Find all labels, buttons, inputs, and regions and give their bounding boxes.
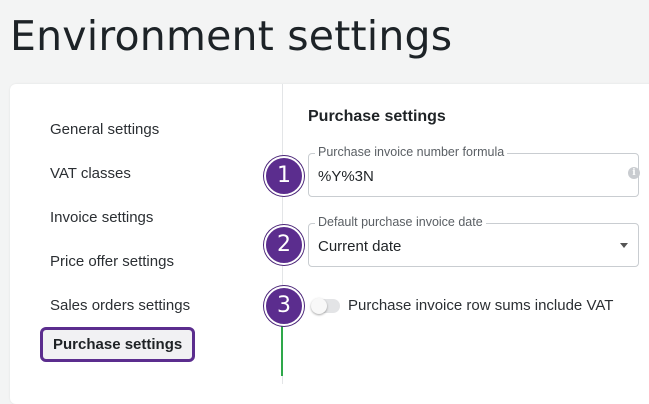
settings-card: General settings VAT classes Invoice set… (10, 84, 649, 404)
default-invoice-date-value: Current date (318, 238, 402, 255)
sidebar-item-vat-classes[interactable]: VAT classes (50, 165, 131, 182)
settings-sidebar: General settings VAT classes Invoice set… (10, 84, 282, 384)
sidebar-item-invoice-settings[interactable]: Invoice settings (50, 209, 153, 226)
sidebar-item-general-settings[interactable]: General settings (50, 121, 159, 138)
default-invoice-date-label: Default purchase invoice date (315, 215, 486, 229)
info-icon[interactable]: i (628, 167, 640, 179)
toggle-knob[interactable] (311, 298, 327, 314)
default-invoice-date-select[interactable]: Default purchase invoice date Current da… (308, 215, 639, 267)
invoice-number-formula-input[interactable] (318, 168, 598, 185)
active-section-indicator (281, 326, 283, 376)
step-badge-1: 1 (264, 156, 304, 196)
sidebar-item-sales-orders-settings[interactable]: Sales orders settings (50, 297, 190, 314)
chevron-down-icon[interactable] (620, 243, 628, 248)
step-badge-2: 2 (264, 225, 304, 265)
row-sums-vat-toggle[interactable] (311, 298, 340, 314)
section-title: Purchase settings (308, 108, 446, 125)
sidebar-item-price-offer-settings[interactable]: Price offer settings (50, 253, 174, 270)
sidebar-item-purchase-settings[interactable]: Purchase settings (40, 327, 196, 362)
row-sums-vat-label: Purchase invoice row sums include VAT (348, 297, 614, 314)
page-title: Environment settings (10, 12, 453, 60)
invoice-number-formula-label: Purchase invoice number formula (315, 145, 508, 159)
invoice-number-formula-field[interactable]: Purchase invoice number formula (308, 145, 639, 197)
step-badge-3: 3 (264, 286, 304, 326)
